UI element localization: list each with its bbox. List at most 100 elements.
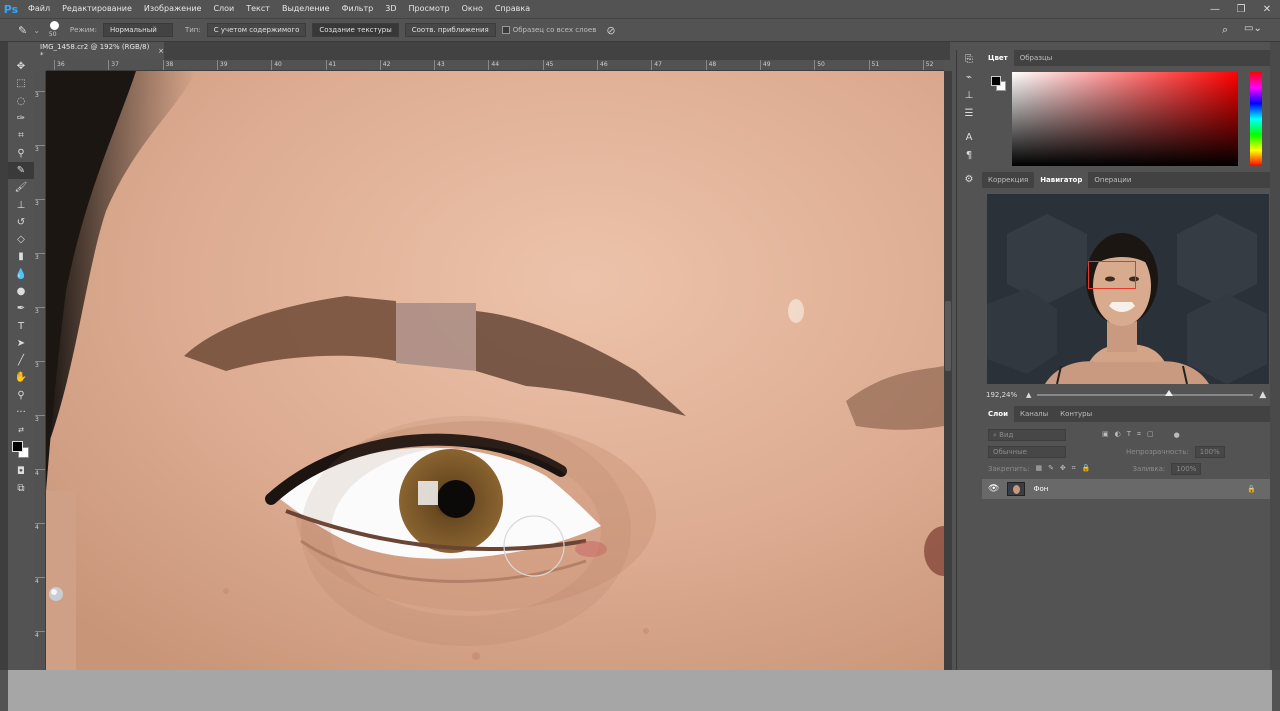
quick-mask-icon[interactable]: ◘ bbox=[8, 463, 34, 480]
zoom-slider-knob[interactable] bbox=[1165, 390, 1174, 396]
opacity-field[interactable]: 100% bbox=[1194, 445, 1225, 458]
color-swatches[interactable] bbox=[8, 439, 34, 463]
tab-adjustments[interactable]: Коррекция bbox=[982, 172, 1034, 188]
type-tool-icon[interactable]: T bbox=[8, 317, 34, 334]
chevron-down-icon[interactable]: ⌄ bbox=[33, 26, 40, 35]
history-brush-tool-icon[interactable]: ↺ bbox=[8, 214, 34, 231]
healing-brush-icon[interactable]: ✎ bbox=[18, 24, 27, 37]
line-tool-icon[interactable]: ╱ bbox=[8, 352, 34, 369]
document-canvas[interactable] bbox=[46, 71, 944, 670]
tab-channels[interactable]: Каналы bbox=[1014, 406, 1054, 422]
lock-label: Закрепить: bbox=[988, 464, 1030, 473]
menu-edit[interactable]: Редактирование bbox=[56, 0, 138, 18]
properties-panel-icon[interactable]: ☰ bbox=[957, 104, 981, 122]
sample-all-layers-checkbox[interactable] bbox=[501, 26, 510, 34]
blend-mode-select[interactable]: Обычные bbox=[988, 445, 1066, 458]
pressure-icon[interactable]: ⊘ bbox=[606, 24, 615, 37]
tab-color[interactable]: Цвет bbox=[982, 50, 1014, 66]
healing-brush-tool-icon[interactable]: ✎ bbox=[8, 161, 34, 180]
layer-filter-search[interactable]: ⌕ Вид bbox=[988, 428, 1066, 441]
blur-tool-icon[interactable]: 💧 bbox=[8, 266, 34, 283]
swap-colors-icon[interactable]: ⇄ bbox=[8, 421, 34, 438]
clone-source-panel-icon[interactable]: ⊥ bbox=[957, 86, 981, 104]
minimize-button[interactable]: — bbox=[1202, 0, 1228, 18]
foreground-color[interactable] bbox=[991, 76, 1001, 86]
menu-type[interactable]: Текст bbox=[240, 0, 276, 18]
layer-row[interactable]: 👁 Фон 🔒 bbox=[982, 479, 1270, 499]
ruler-top-label: 36 bbox=[54, 60, 65, 70]
quick-select-tool-icon[interactable]: ✑ bbox=[8, 110, 34, 127]
navigator-zoom-value[interactable]: 192,24% bbox=[986, 391, 1020, 399]
move-tool-icon[interactable]: ✥ bbox=[8, 58, 34, 75]
document-tab[interactable]: IMG_1458.cr2 @ 192% (RGB/8) * × bbox=[34, 42, 164, 60]
tab-navigator[interactable]: Навигатор bbox=[1034, 172, 1089, 188]
menu-view[interactable]: Просмотр bbox=[403, 0, 456, 18]
tab-layers[interactable]: Слои bbox=[982, 406, 1014, 422]
brush-settings-panel-icon[interactable]: ⌁ bbox=[957, 68, 981, 86]
lasso-tool-icon[interactable]: ◌ bbox=[8, 93, 34, 110]
filter-toggle-icon[interactable]: ● bbox=[1174, 431, 1180, 439]
hand-tool-icon[interactable]: ✋ bbox=[8, 369, 34, 386]
path-select-tool-icon[interactable]: ➤ bbox=[8, 335, 34, 352]
paragraph-panel-icon[interactable]: ¶ bbox=[957, 146, 981, 164]
libraries-panel-icon[interactable]: ⚙ bbox=[957, 170, 981, 188]
create-texture-button[interactable]: Создание текстуры bbox=[312, 23, 399, 37]
canvas-vertical-scrollbar[interactable] bbox=[944, 71, 952, 670]
close-window-button[interactable]: ✕ bbox=[1254, 0, 1280, 18]
color-field[interactable] bbox=[1012, 72, 1238, 166]
gradient-tool-icon[interactable]: ▮ bbox=[8, 248, 34, 265]
pen-tool-icon[interactable]: ✒ bbox=[8, 300, 34, 317]
search-icon[interactable]: ⌕ bbox=[1222, 23, 1228, 37]
menu-select[interactable]: Выделение bbox=[276, 0, 336, 18]
navigator-preview[interactable] bbox=[987, 194, 1269, 384]
zoom-in-icon[interactable]: ▲ bbox=[1259, 390, 1266, 400]
menu-window[interactable]: Окно bbox=[456, 0, 489, 18]
menu-file[interactable]: Файл bbox=[22, 0, 56, 18]
foreground-color-swatch[interactable] bbox=[12, 440, 23, 452]
crop-tool-icon[interactable]: ⌗ bbox=[8, 127, 34, 144]
navigator-view-frame[interactable] bbox=[1088, 261, 1136, 289]
fill-field[interactable]: 100% bbox=[1171, 462, 1202, 475]
dodge-tool-icon[interactable]: ● bbox=[8, 283, 34, 300]
clone-stamp-tool-icon[interactable]: ⊥ bbox=[8, 196, 34, 213]
hue-slider[interactable] bbox=[1250, 72, 1262, 166]
proximity-match-button[interactable]: Соотв. приближения bbox=[404, 23, 496, 37]
menu-3d[interactable]: 3D bbox=[379, 0, 402, 18]
bottom-area bbox=[8, 670, 1272, 711]
brush-tool-icon[interactable]: 🖌 bbox=[8, 179, 34, 196]
tab-actions[interactable]: Операции bbox=[1088, 172, 1137, 188]
restore-button[interactable]: ❐ bbox=[1228, 0, 1254, 18]
brush-picker[interactable]: 50 bbox=[46, 20, 64, 40]
marquee-tool-icon[interactable]: ⬚ bbox=[8, 75, 34, 92]
tools-panel: ✥ ⬚ ◌ ✑ ⌗ ⚲ ✎ 🖌 ⊥ ↺ ◇ ▮ 💧 ● ✒ T ➤ ╱ ✋ ⚲ … bbox=[8, 58, 34, 498]
zoom-out-icon[interactable]: ▲ bbox=[1026, 391, 1031, 399]
menu-help[interactable]: Справка bbox=[489, 0, 536, 18]
menu-filter[interactable]: Фильтр bbox=[336, 0, 380, 18]
close-tab-icon[interactable]: × bbox=[158, 47, 164, 55]
layer-lock-icon[interactable]: 🔒 bbox=[1247, 485, 1256, 493]
more-tools-icon[interactable]: ··· bbox=[8, 404, 34, 421]
lock-icons[interactable]: ▦✎✥⌗🔒 bbox=[1035, 464, 1096, 473]
layer-name[interactable]: Фон bbox=[1033, 485, 1048, 493]
zoom-tool-icon[interactable]: ⚲ bbox=[8, 387, 34, 404]
tab-swatches[interactable]: Образцы bbox=[1014, 50, 1059, 66]
navigator-zoom-slider[interactable] bbox=[1037, 390, 1254, 396]
history-panel-icon[interactable]: ⎘ bbox=[957, 50, 981, 68]
eyedropper-tool-icon[interactable]: ⚲ bbox=[8, 144, 34, 161]
filter-icons[interactable]: ▣◐T⌗▢ bbox=[1102, 430, 1160, 439]
tab-paths[interactable]: Контуры bbox=[1054, 406, 1098, 422]
eye-icon[interactable]: 👁 bbox=[988, 484, 999, 494]
menu-image[interactable]: Изображение bbox=[138, 0, 208, 18]
layers-filter-row: ⌕ Вид ▣◐T⌗▢ ● bbox=[982, 426, 1270, 443]
mode-select[interactable]: Нормальный bbox=[102, 23, 173, 37]
screen-mode-icon[interactable]: ⧉ bbox=[8, 480, 34, 497]
eraser-tool-icon[interactable]: ◇ bbox=[8, 231, 34, 248]
brush-size-value: 50 bbox=[48, 31, 57, 38]
content-aware-button[interactable]: С учетом содержимого bbox=[206, 23, 307, 37]
menu-layers[interactable]: Слои bbox=[207, 0, 240, 18]
layers-panel: Слои Каналы Контуры ⌕ Вид ▣◐T⌗▢ ● Обычны… bbox=[982, 406, 1270, 499]
character-panel-icon[interactable]: A bbox=[957, 128, 981, 146]
ruler-left-label: 3 bbox=[35, 91, 45, 99]
scrollbar-thumb[interactable] bbox=[945, 301, 951, 371]
workspace-icon[interactable]: ▭⌄ bbox=[1244, 23, 1262, 34]
